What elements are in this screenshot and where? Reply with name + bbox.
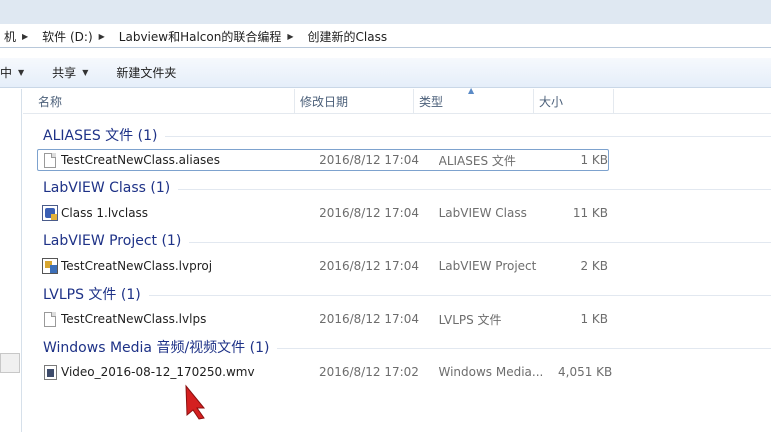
breadcrumb-label: 软件 (D:)	[42, 29, 93, 44]
column-size-label: 大小	[539, 95, 564, 109]
file-date: 2016/8/12 17:02	[318, 365, 419, 379]
title-strip	[0, 0, 771, 24]
breadcrumb-current-folder[interactable]: 创建新的Class	[304, 25, 392, 47]
new-folder-label: 新建文件夹	[116, 66, 177, 80]
chevron-down-icon: ▼	[18, 68, 25, 77]
command-toolbar: 中 ▼ 共享 ▼ 新建文件夹	[0, 58, 771, 88]
group-header[interactable]: Windows Media 音频/视频文件 (1)	[23, 335, 771, 359]
include-label: 中	[0, 66, 13, 80]
file-name: TestCreatNewClass.lvproj	[61, 259, 213, 273]
lvproj-icon	[42, 258, 58, 274]
column-header-size[interactable]: 大小	[534, 89, 614, 114]
breadcrumb-folder[interactable]: Labview和Halcon的联合编程 ▶	[115, 25, 304, 47]
group-title: LVLPS 文件 (1)	[43, 287, 141, 303]
breadcrumb-separator-icon[interactable]: ▶	[93, 32, 111, 41]
file-row[interactable]: TestCreatNewClass.aliases 2016/8/12 17:0…	[37, 149, 609, 171]
file-type: ALIASES 文件	[438, 153, 516, 168]
file-name: TestCreatNewClass.aliases	[61, 153, 220, 167]
breadcrumb-label: 创建新的Class	[307, 29, 388, 44]
column-header-name[interactable]: 名称	[23, 89, 295, 114]
breadcrumb-drive[interactable]: 软件 (D:) ▶	[38, 25, 115, 47]
sort-ascending-icon: ▲	[468, 86, 475, 95]
group-title: ALIASES 文件 (1)	[43, 128, 158, 144]
group-divider	[189, 241, 771, 243]
document-icon	[44, 311, 56, 327]
chevron-down-icon: ▼	[82, 68, 89, 77]
navigation-pane-scroll-button[interactable]	[0, 353, 20, 373]
file-row[interactable]: Class 1.lvclass 2016/8/12 17:04 LabVIEW …	[37, 202, 609, 224]
group-divider	[165, 135, 771, 137]
file-type: LVLPS 文件	[438, 312, 502, 327]
file-row[interactable]: TestCreatNewClass.lvlps 2016/8/12 17:04 …	[37, 308, 609, 330]
document-icon	[44, 152, 56, 168]
file-date: 2016/8/12 17:04	[319, 153, 419, 167]
file-date: 2016/8/12 17:04	[319, 206, 419, 220]
breadcrumb-separator-icon[interactable]: ▶	[16, 32, 34, 41]
new-folder-button[interactable]: 新建文件夹	[106, 61, 186, 85]
breadcrumb-label: 机	[4, 29, 17, 44]
file-date: 2016/8/12 17:04	[319, 312, 419, 326]
group-divider	[148, 294, 771, 296]
group-divider	[277, 347, 771, 349]
file-row[interactable]: Video_2016-08-12_170250.wmv 2016/8/12 17…	[37, 361, 613, 383]
address-bar[interactable]: 机 ▶ 软件 (D:) ▶ Labview和Halcon的联合编程 ▶ 创建新的…	[0, 25, 771, 48]
column-date-label: 修改日期	[300, 95, 349, 109]
share-label: 共享	[52, 66, 77, 80]
group-header[interactable]: LVLPS 文件 (1)	[23, 282, 771, 306]
breadcrumb-computer[interactable]: 机 ▶	[0, 25, 38, 47]
wmv-video-icon	[44, 364, 57, 380]
file-size: 11 KB	[572, 206, 608, 220]
group-divider	[178, 188, 771, 190]
group-header[interactable]: LabVIEW Project (1)	[23, 229, 771, 253]
navigation-pane[interactable]	[0, 89, 22, 432]
column-header-type[interactable]: ▲ 类型	[414, 86, 534, 114]
file-date: 2016/8/12 17:04	[319, 259, 419, 273]
lvclass-icon	[42, 205, 58, 221]
include-in-library-button[interactable]: 中 ▼	[0, 61, 34, 85]
file-size: 4,051 KB	[558, 365, 613, 379]
column-name-label: 名称	[38, 95, 63, 109]
column-type-label: 类型	[419, 95, 444, 109]
file-type: LabVIEW Class	[438, 206, 527, 220]
file-size: 2 KB	[580, 259, 608, 273]
group-header[interactable]: ALIASES 文件 (1)	[23, 123, 771, 147]
file-name: Class 1.lvclass	[61, 206, 149, 220]
file-name: TestCreatNewClass.lvlps	[61, 312, 207, 326]
group-title: Windows Media 音频/视频文件 (1)	[43, 340, 270, 356]
file-size: 1 KB	[580, 312, 608, 326]
file-name: Video_2016-08-12_170250.wmv	[61, 365, 255, 379]
column-header-date[interactable]: 修改日期	[295, 89, 414, 114]
share-button[interactable]: 共享 ▼	[42, 61, 98, 85]
column-header-row: 名称 修改日期 ▲ 类型 大小	[23, 86, 771, 114]
file-type: LabVIEW Project	[438, 259, 537, 273]
file-row[interactable]: TestCreatNewClass.lvproj 2016/8/12 17:04…	[37, 255, 609, 277]
file-size: 1 KB	[580, 153, 608, 167]
group-title: LabVIEW Class (1)	[43, 180, 171, 196]
breadcrumb-separator-icon[interactable]: ▶	[281, 32, 299, 41]
group-header[interactable]: LabVIEW Class (1)	[23, 176, 771, 200]
group-title: LabVIEW Project (1)	[43, 233, 182, 249]
breadcrumb-label: Labview和Halcon的联合编程	[118, 29, 282, 44]
file-type: Windows Media...	[438, 365, 544, 379]
red-arrow-cursor-icon	[185, 384, 206, 420]
